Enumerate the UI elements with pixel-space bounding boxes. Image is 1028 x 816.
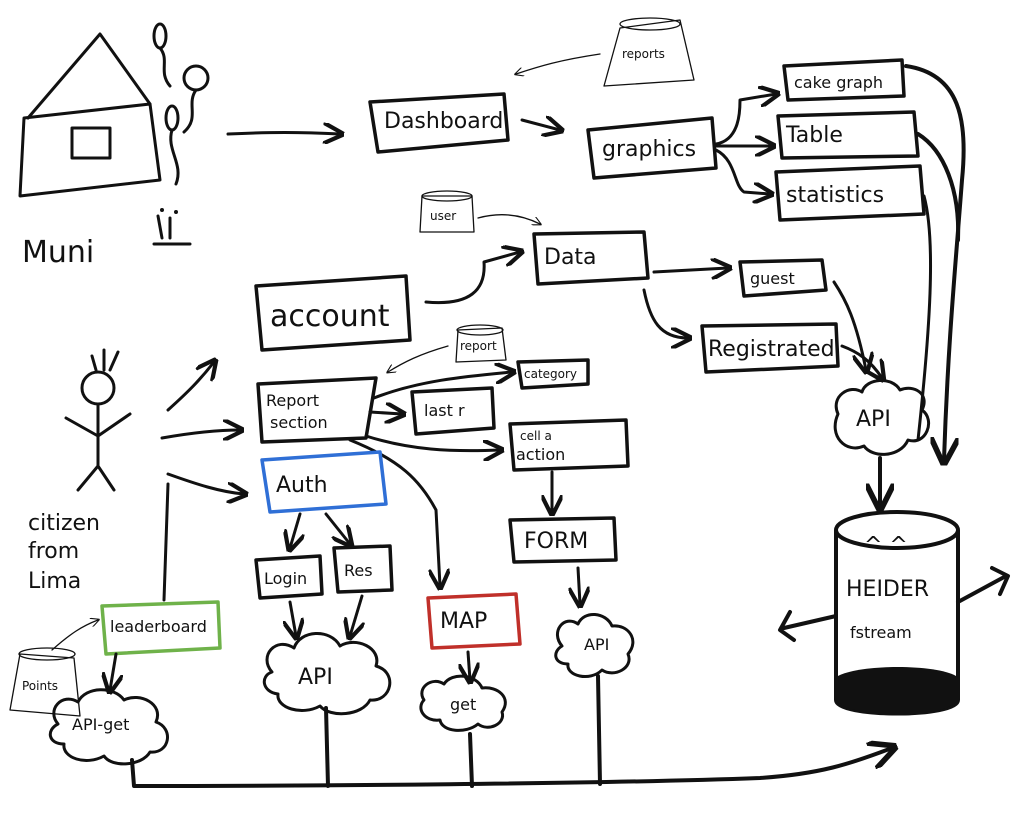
arrow-data-guest (652, 268, 728, 272)
arrow-res-api (350, 594, 362, 636)
arrow-citizen-report (160, 430, 240, 438)
arrow-report-cell (364, 434, 500, 451)
server-sub: fstream (850, 623, 912, 642)
statistics-node: statistics (774, 164, 926, 222)
reports-db-icon: reports (603, 17, 695, 87)
api-get-cloud: API-get (48, 688, 169, 766)
data-node: Data (532, 230, 650, 286)
user-db-icon: user (419, 190, 475, 233)
arrow-graphics-statistics (714, 148, 770, 194)
guest-node: guest (738, 258, 828, 298)
arrow-citizen-account (166, 362, 214, 412)
arrow-data-registrated (642, 288, 688, 338)
leaderboard-node: leaderboard (100, 600, 222, 656)
login-label: Login (264, 569, 307, 588)
arrow-user-data (477, 214, 540, 224)
user-db-label: user (430, 209, 456, 223)
house-caption: Muni (22, 235, 94, 270)
line-get-bus (468, 732, 474, 788)
line-api-form-bus (596, 674, 602, 786)
arrow-form-api (578, 566, 580, 604)
api-cloud-auth: API (262, 632, 392, 716)
api-form-label: API (584, 635, 609, 654)
citizen-caption-2: from (28, 539, 79, 564)
points-db-icon: Points (9, 647, 81, 717)
curve-table-server (916, 132, 961, 242)
server-eyes: ^ ^ (864, 533, 908, 558)
table-label: Table (785, 123, 843, 148)
bus-line-bottom (130, 748, 892, 788)
reports-db-label: reports (622, 47, 665, 61)
account-label: account (270, 299, 390, 334)
line-citizen-leaderboard (162, 482, 170, 602)
citizen-caption-3: Lima (28, 569, 81, 594)
api-cloud-right: API (833, 379, 931, 456)
citizen-caption-1: citizen (28, 511, 100, 536)
map-label: MAP (440, 609, 487, 634)
cell-action-label-2: action (516, 445, 565, 464)
form-node: FORM (508, 516, 618, 564)
house-icon (18, 32, 162, 198)
api-right-label: API (856, 407, 891, 432)
category-node: category (516, 358, 590, 390)
cell-action-node: cell a action (508, 418, 630, 472)
report-db-icon: report (455, 324, 507, 363)
report-section-label-2: section (270, 413, 328, 432)
points-db-label: Points (22, 679, 58, 693)
registrated-node: Registrated (700, 322, 840, 374)
cake-graph-node: cake graph (782, 58, 906, 102)
two-people-icon (152, 208, 192, 246)
map-node: MAP (426, 592, 522, 650)
get-label: get (450, 695, 476, 714)
auth-label: Auth (276, 473, 328, 498)
report-section-node: Report section (256, 376, 378, 444)
form-label: FORM (524, 529, 588, 554)
arrow-house-dashboard (226, 133, 340, 135)
arrow-auth-login (290, 512, 300, 548)
arrow-report-last (368, 412, 402, 414)
line-api-auth-bus (324, 706, 330, 788)
dashboard-label: Dashboard (384, 109, 503, 134)
api-auth-label: API (298, 665, 333, 690)
graphics-label: graphics (602, 137, 696, 162)
arrow-dashboard-graphics (520, 120, 560, 130)
res-node: Res (332, 544, 394, 594)
table-node: Table (776, 110, 920, 160)
api-cloud-form: API (554, 613, 635, 679)
diagram-canvas: Muni Dashboard reports graphics cake gra… (9, 17, 1010, 788)
arrow-citizen-auth (166, 472, 244, 494)
report-db-label: report (460, 339, 497, 353)
leaderboard-label: leaderboard (110, 617, 207, 636)
graphics-node: graphics (586, 116, 718, 180)
arrow-graphics-cake (714, 94, 776, 146)
login-node: Login (254, 554, 324, 600)
api-get-label: API-get (72, 715, 129, 734)
arrow-leaderboard-api (110, 652, 116, 690)
data-label: Data (544, 245, 597, 270)
auth-node: Auth (260, 450, 388, 514)
account-node: account (254, 274, 412, 352)
category-label: category (524, 367, 577, 381)
last-r-node: last r (410, 386, 496, 436)
registrated-label: Registrated (708, 337, 835, 362)
balloon-icon (152, 22, 210, 186)
res-label: Res (344, 561, 373, 580)
statistics-label: statistics (786, 183, 884, 208)
dashboard-node: Dashboard (368, 92, 510, 154)
arrow-login-api (290, 600, 296, 636)
arrow-auth-res (324, 512, 350, 544)
cell-action-label-1: cell a (520, 429, 552, 443)
report-section-label-1: Report (266, 391, 319, 410)
guest-label: guest (750, 269, 795, 288)
arrow-report-section (388, 345, 449, 372)
get-cloud: get (419, 674, 507, 732)
arrow-points-leaderboard (51, 620, 98, 651)
server-name: HEIDER (846, 577, 929, 602)
arrow-reports-dashboard (516, 53, 601, 74)
last-r-label: last r (424, 401, 465, 420)
arrow-account-data (424, 252, 520, 305)
citizen-figure-icon (64, 348, 132, 492)
cake-graph-label: cake graph (794, 73, 883, 92)
